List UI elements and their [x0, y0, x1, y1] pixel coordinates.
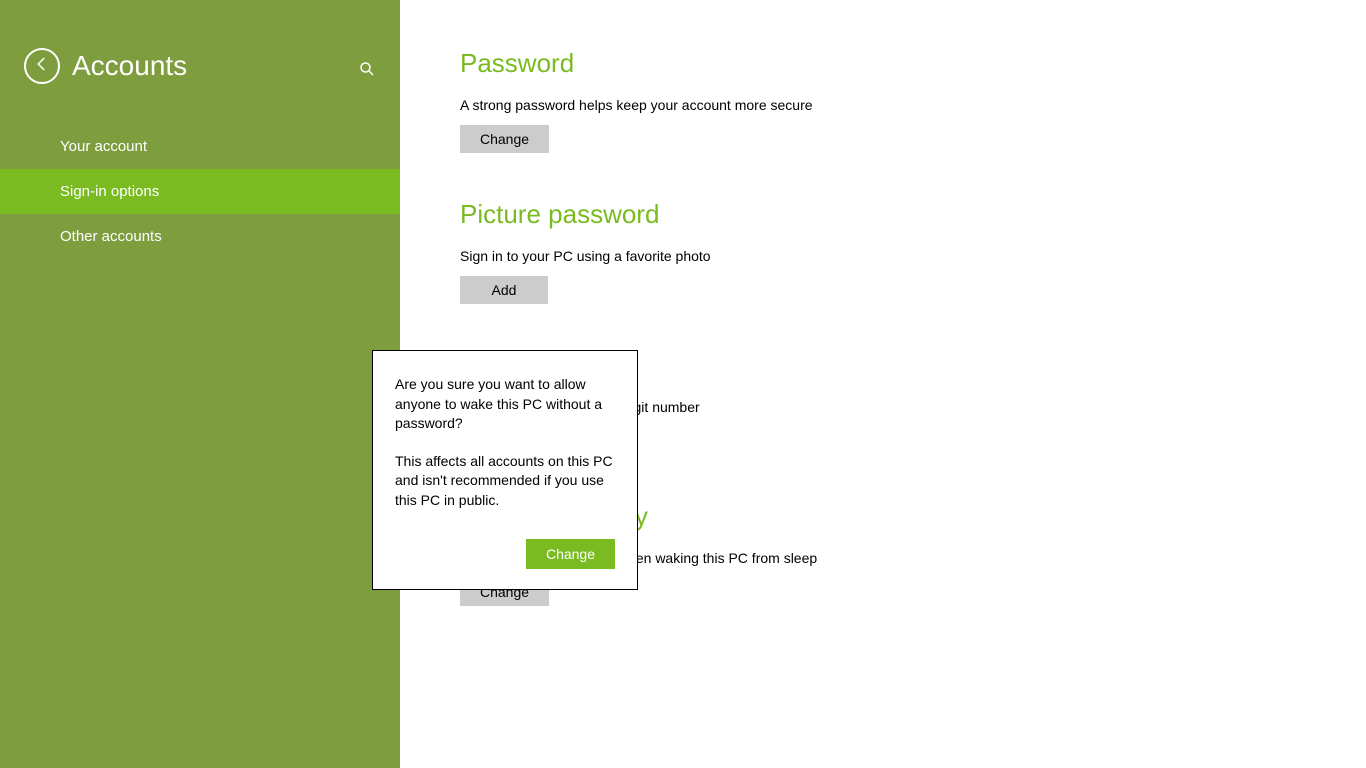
- app-root: Accounts Your account Sign-in options Ot…: [0, 0, 1366, 768]
- search-icon: [358, 65, 376, 82]
- dialog-actions: Change: [395, 539, 615, 569]
- section-heading-password: Password: [460, 48, 1306, 79]
- sidebar: Accounts Your account Sign-in options Ot…: [0, 0, 400, 768]
- change-password-button[interactable]: Change: [460, 125, 549, 153]
- confirmation-dialog: Are you sure you want to allow anyone to…: [372, 350, 638, 590]
- arrow-left-icon: [33, 55, 51, 78]
- dialog-text: Are you sure you want to allow anyone to…: [395, 375, 615, 529]
- section-desc-picture-password: Sign in to your PC using a favorite phot…: [460, 248, 1306, 264]
- section-desc-password: A strong password helps keep your accoun…: [460, 97, 1306, 113]
- section-heading-picture-password: Picture password: [460, 199, 1306, 230]
- search-button[interactable]: [358, 60, 376, 83]
- section-picture-password: Picture password Sign in to your PC usin…: [460, 199, 1306, 304]
- sidebar-item-your-account[interactable]: Your account: [0, 124, 400, 169]
- sidebar-item-other-accounts[interactable]: Other accounts: [0, 214, 400, 259]
- sidebar-items: Your account Sign-in options Other accou…: [0, 124, 400, 259]
- section-password: Password A strong password helps keep yo…: [460, 48, 1306, 153]
- back-button[interactable]: [24, 48, 60, 84]
- add-picture-password-button[interactable]: Add: [460, 276, 548, 304]
- dialog-text-p1: Are you sure you want to allow anyone to…: [395, 375, 615, 434]
- sidebar-item-sign-in-options[interactable]: Sign-in options: [0, 169, 400, 214]
- sidebar-header: Accounts: [0, 0, 400, 104]
- dialog-change-button[interactable]: Change: [526, 539, 615, 569]
- sidebar-title: Accounts: [72, 50, 187, 82]
- dialog-text-p2: This affects all accounts on this PC and…: [395, 452, 615, 511]
